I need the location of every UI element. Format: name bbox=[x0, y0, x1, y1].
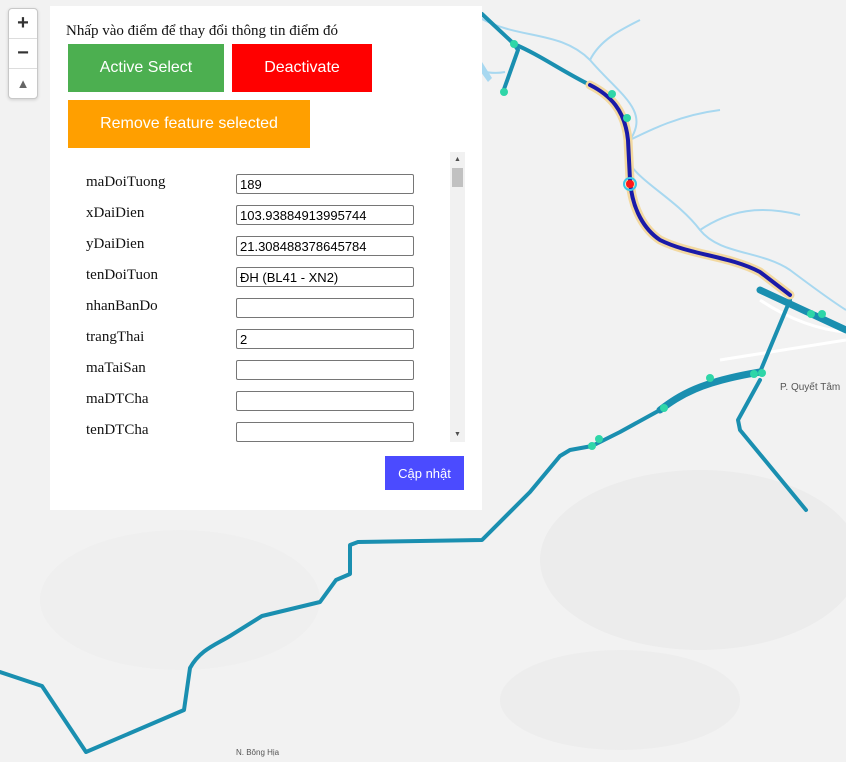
form-scrollbar[interactable]: ▲ ▼ bbox=[450, 152, 465, 442]
node-point bbox=[500, 88, 508, 96]
zoom-in-button[interactable]: + bbox=[9, 9, 37, 39]
field-input-madoituong[interactable] bbox=[236, 174, 414, 194]
remove-feature-button[interactable]: Remove feature selected bbox=[68, 100, 310, 148]
field-input-madtcha[interactable] bbox=[236, 391, 414, 411]
node-point bbox=[588, 442, 596, 450]
field-input-tendoituon[interactable] bbox=[236, 267, 414, 287]
active-select-button[interactable]: Active Select bbox=[68, 44, 224, 92]
place-label-bong-hia: N. Bông Hịa bbox=[236, 748, 280, 757]
selected-node bbox=[626, 180, 634, 188]
node-point bbox=[706, 374, 714, 382]
field-input-xdaidien[interactable] bbox=[236, 205, 414, 225]
node-point bbox=[818, 310, 826, 318]
zoom-control: + − ▲ bbox=[8, 8, 38, 99]
field-row-mataisan: maTaiSan bbox=[86, 360, 416, 380]
attribute-form: maDoiTuong xDaiDien yDaiDien tenDoiTuon … bbox=[66, 154, 466, 442]
node-point bbox=[807, 310, 815, 318]
field-input-tendtcha[interactable] bbox=[236, 422, 414, 442]
node-point bbox=[608, 90, 616, 98]
field-label: maDoiTuong bbox=[86, 174, 166, 190]
feature-edit-panel: Nhấp vào điểm để thay đổi thông tin điểm… bbox=[50, 6, 482, 510]
reset-north-button[interactable]: ▲ bbox=[9, 69, 37, 98]
field-row-tendtcha: tenDTCha bbox=[86, 422, 416, 442]
field-label: yDaiDien bbox=[86, 236, 145, 252]
field-input-nhanbando[interactable] bbox=[236, 298, 414, 318]
field-label: maTaiSan bbox=[86, 360, 146, 376]
field-row-xdaidien: xDaiDien bbox=[86, 205, 416, 225]
scroll-up-arrow-icon[interactable]: ▲ bbox=[450, 152, 465, 167]
node-point bbox=[660, 404, 668, 412]
node-point bbox=[750, 370, 758, 378]
field-label: trangThai bbox=[86, 329, 145, 345]
node-point bbox=[623, 114, 631, 122]
zoom-out-button[interactable]: − bbox=[9, 39, 37, 69]
field-label: tenDTCha bbox=[86, 422, 149, 438]
river-lines bbox=[459, 17, 846, 311]
field-label: maDTCha bbox=[86, 391, 149, 407]
field-label: tenDoiTuon bbox=[86, 267, 158, 283]
deactivate-button[interactable]: Deactivate bbox=[232, 44, 372, 92]
field-row-trangthai: trangThai bbox=[86, 329, 416, 349]
instruction-text: Nhấp vào điểm để thay đổi thông tin điểm… bbox=[66, 23, 339, 39]
node-point bbox=[758, 369, 766, 377]
field-input-ydaidien[interactable] bbox=[236, 236, 414, 256]
minor-roads bbox=[719, 298, 846, 362]
place-label-quyet-tam: P. Quyết Tâm bbox=[780, 382, 841, 393]
field-label: xDaiDien bbox=[86, 205, 145, 221]
node-point bbox=[595, 435, 603, 443]
scroll-down-arrow-icon[interactable]: ▼ bbox=[450, 427, 465, 442]
field-input-mataisan[interactable] bbox=[236, 360, 414, 380]
field-row-madtcha: maDTCha bbox=[86, 391, 416, 411]
scroll-thumb[interactable] bbox=[452, 168, 463, 187]
field-row-ydaidien: yDaiDien bbox=[86, 236, 416, 256]
field-row-nhanbando: nhanBanDo bbox=[86, 298, 416, 318]
update-button[interactable]: Cập nhật bbox=[385, 456, 464, 490]
node-point bbox=[510, 40, 518, 48]
road-thick-east bbox=[756, 286, 846, 334]
field-row-madoituong: maDoiTuong bbox=[86, 174, 416, 194]
field-input-trangthai[interactable] bbox=[236, 329, 414, 349]
field-label: nhanBanDo bbox=[86, 298, 158, 314]
field-row-tendoituon: tenDoiTuon bbox=[86, 267, 416, 287]
